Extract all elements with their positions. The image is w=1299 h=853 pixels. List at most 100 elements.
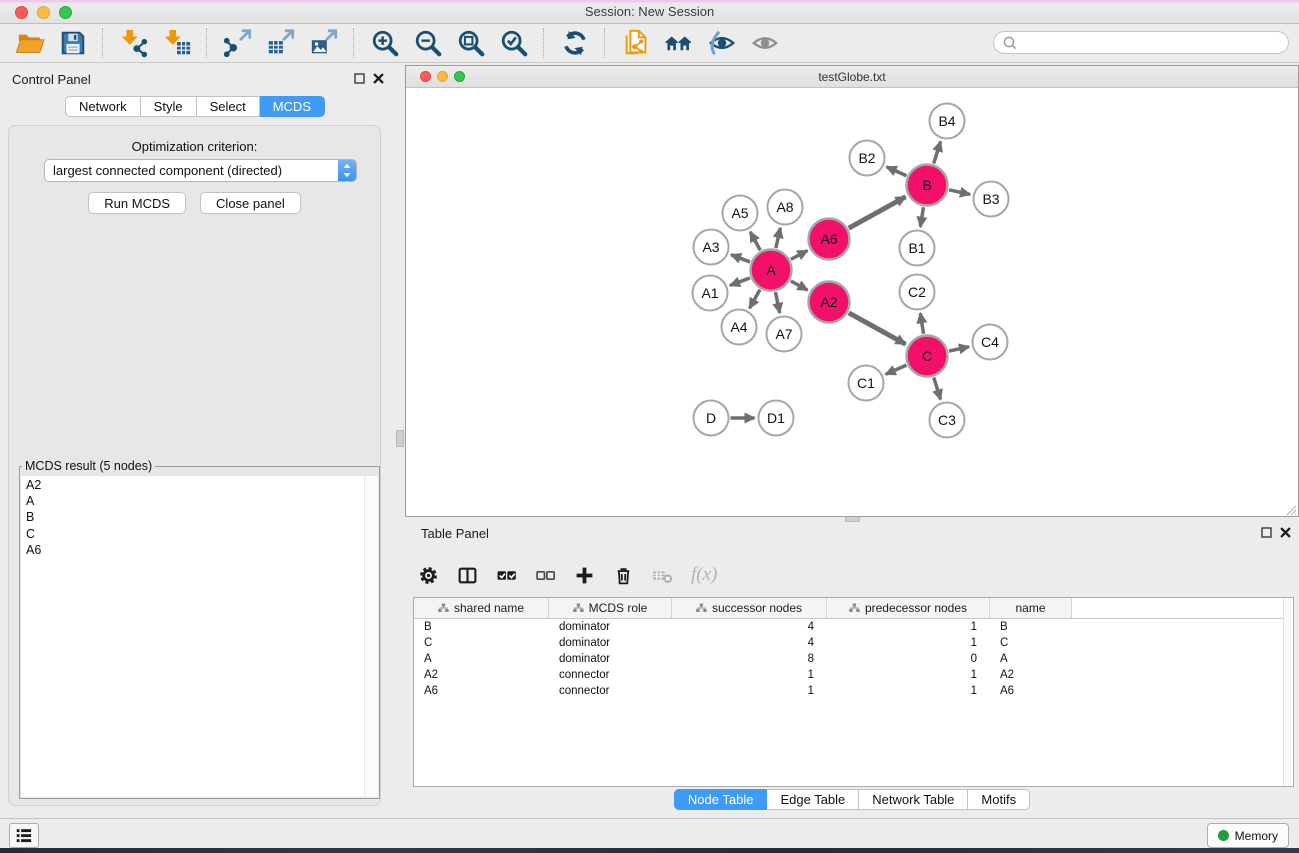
table-cell[interactable]: C: [990, 635, 1072, 651]
graph-node-A8[interactable]: A8: [768, 190, 803, 225]
settings-button[interactable]: [417, 565, 439, 586]
graph-edge-C-C1[interactable]: [886, 365, 907, 374]
tab-motifs[interactable]: Motifs: [968, 789, 1030, 810]
table-cell[interactable]: 1: [827, 683, 990, 699]
graph-edge-A-A1[interactable]: [730, 278, 750, 285]
scrollbar-track[interactable]: [364, 476, 378, 797]
graph-node-B2[interactable]: B2: [850, 141, 885, 176]
table-cell[interactable]: 1: [827, 635, 990, 651]
show-eye-button[interactable]: [743, 26, 786, 60]
graph-node-A1[interactable]: A1: [693, 276, 728, 311]
table-cell[interactable]: 0: [827, 651, 990, 667]
table-row[interactable]: Cdominator41C: [414, 635, 1293, 651]
criterion-select[interactable]: largest connected component (directed): [44, 159, 357, 182]
tab-style[interactable]: Style: [141, 96, 197, 117]
column-header-shared-name[interactable]: shared name: [414, 598, 549, 618]
graph-edge-B-B1[interactable]: [920, 207, 923, 227]
search-input[interactable]: [1018, 33, 1288, 53]
column-header-successor-nodes[interactable]: successor nodes: [672, 598, 827, 618]
column-header-predecessor-nodes[interactable]: predecessor nodes: [827, 598, 990, 618]
window-resize-grip[interactable]: [1285, 503, 1297, 515]
export-table-button[interactable]: [259, 26, 302, 60]
open-session-button[interactable]: [8, 26, 51, 60]
table-row[interactable]: Bdominator41B: [414, 619, 1293, 635]
deselect-all-button[interactable]: [534, 565, 556, 586]
table-cell[interactable]: connector: [549, 667, 672, 683]
hide-eye-button[interactable]: [700, 26, 743, 60]
graph-edge-A-A8[interactable]: [776, 228, 780, 248]
graph-node-C3[interactable]: C3: [930, 403, 965, 438]
graph-node-A3[interactable]: A3: [694, 230, 729, 265]
tab-select[interactable]: Select: [197, 96, 260, 117]
graph-node-D[interactable]: D: [694, 401, 729, 436]
graph-edge-A-A5[interactable]: [750, 232, 760, 250]
graph-node-B4[interactable]: B4: [930, 104, 965, 139]
graph-edge-A-A6[interactable]: [791, 251, 808, 260]
table-cell[interactable]: A2: [990, 667, 1072, 683]
mcds-result-item[interactable]: B: [26, 509, 373, 525]
export-network-button[interactable]: [216, 26, 259, 60]
split-divider-handle[interactable]: [396, 430, 404, 447]
import-network-button[interactable]: [112, 26, 155, 60]
table-cell[interactable]: 1: [827, 667, 990, 683]
graph-edge-A6-B[interactable]: [849, 197, 906, 228]
table-cell[interactable]: A: [414, 651, 549, 667]
run-mcds-button[interactable]: Run MCDS: [88, 192, 186, 214]
float-panel-icon[interactable]: [1261, 527, 1272, 538]
table-cell[interactable]: A: [990, 651, 1072, 667]
tab-node-table[interactable]: Node Table: [674, 789, 768, 810]
table-row[interactable]: A2connector11A2: [414, 667, 1293, 683]
table-row[interactable]: A6connector11A6: [414, 683, 1293, 699]
columns-button[interactable]: [456, 565, 478, 586]
table-cell[interactable]: C: [414, 635, 549, 651]
table-cell[interactable]: connector: [549, 683, 672, 699]
graph-edge-A-A7[interactable]: [775, 292, 779, 313]
graph-edge-C-C2[interactable]: [920, 313, 923, 334]
column-header-name[interactable]: name: [990, 598, 1072, 618]
table-cell[interactable]: B: [990, 619, 1072, 635]
graph-edge-C-C4[interactable]: [949, 347, 969, 351]
search-box[interactable]: [993, 31, 1289, 54]
export-image-button[interactable]: [302, 26, 345, 60]
graph-node-C4[interactable]: C4: [973, 325, 1008, 360]
zoom-fit-button[interactable]: [449, 26, 492, 60]
graph-edge-A-A3[interactable]: [731, 255, 750, 262]
mcds-result-item[interactable]: A2: [26, 477, 373, 493]
mcds-result-item[interactable]: A: [26, 493, 373, 509]
save-session-button[interactable]: [51, 26, 94, 60]
graph-node-B3[interactable]: B3: [974, 182, 1009, 217]
graph-edge-A2-C[interactable]: [849, 313, 906, 344]
panel-list-button[interactable]: [9, 823, 39, 848]
mcds-result-item[interactable]: C: [26, 526, 373, 542]
delete-row-button[interactable]: [612, 565, 634, 586]
float-panel-icon[interactable]: [354, 73, 365, 84]
table-cell[interactable]: dominator: [549, 651, 672, 667]
close-panel-button[interactable]: Close panel: [200, 192, 301, 214]
add-row-button[interactable]: [573, 565, 595, 586]
zoom-selected-button[interactable]: [492, 26, 535, 60]
graph-node-C2[interactable]: C2: [900, 275, 935, 310]
refresh-button[interactable]: [553, 26, 596, 60]
graph-node-A2[interactable]: A2: [809, 282, 850, 323]
tab-mcds[interactable]: MCDS: [260, 96, 325, 117]
select-all-button[interactable]: [495, 565, 517, 586]
graph-node-A7[interactable]: A7: [767, 317, 802, 352]
table-cell[interactable]: 8: [672, 651, 827, 667]
close-panel-icon[interactable]: [1280, 527, 1291, 538]
table-cell[interactable]: B: [414, 619, 549, 635]
graph-edge-B-B2[interactable]: [887, 167, 907, 176]
home-button[interactable]: [657, 26, 700, 60]
network-canvas[interactable]: B4B2BB3A5A8A6B1A3AC2A1A2A4A7C4CC1C3DD1: [406, 88, 1298, 516]
scrollbar-track[interactable]: [1283, 598, 1293, 786]
tab-network-table[interactable]: Network Table: [859, 789, 968, 810]
graph-node-A[interactable]: A: [751, 250, 792, 291]
zoom-in-button[interactable]: [363, 26, 406, 60]
graph-node-A4[interactable]: A4: [722, 310, 757, 345]
table-cell[interactable]: 1: [672, 683, 827, 699]
graph-node-C[interactable]: C: [907, 336, 948, 377]
graph-edge-B-B4[interactable]: [934, 142, 941, 164]
table-cell[interactable]: 4: [672, 635, 827, 651]
table-cell[interactable]: 4: [672, 619, 827, 635]
memory-button[interactable]: Memory: [1207, 823, 1289, 848]
graph-edge-B-B3[interactable]: [949, 190, 970, 195]
